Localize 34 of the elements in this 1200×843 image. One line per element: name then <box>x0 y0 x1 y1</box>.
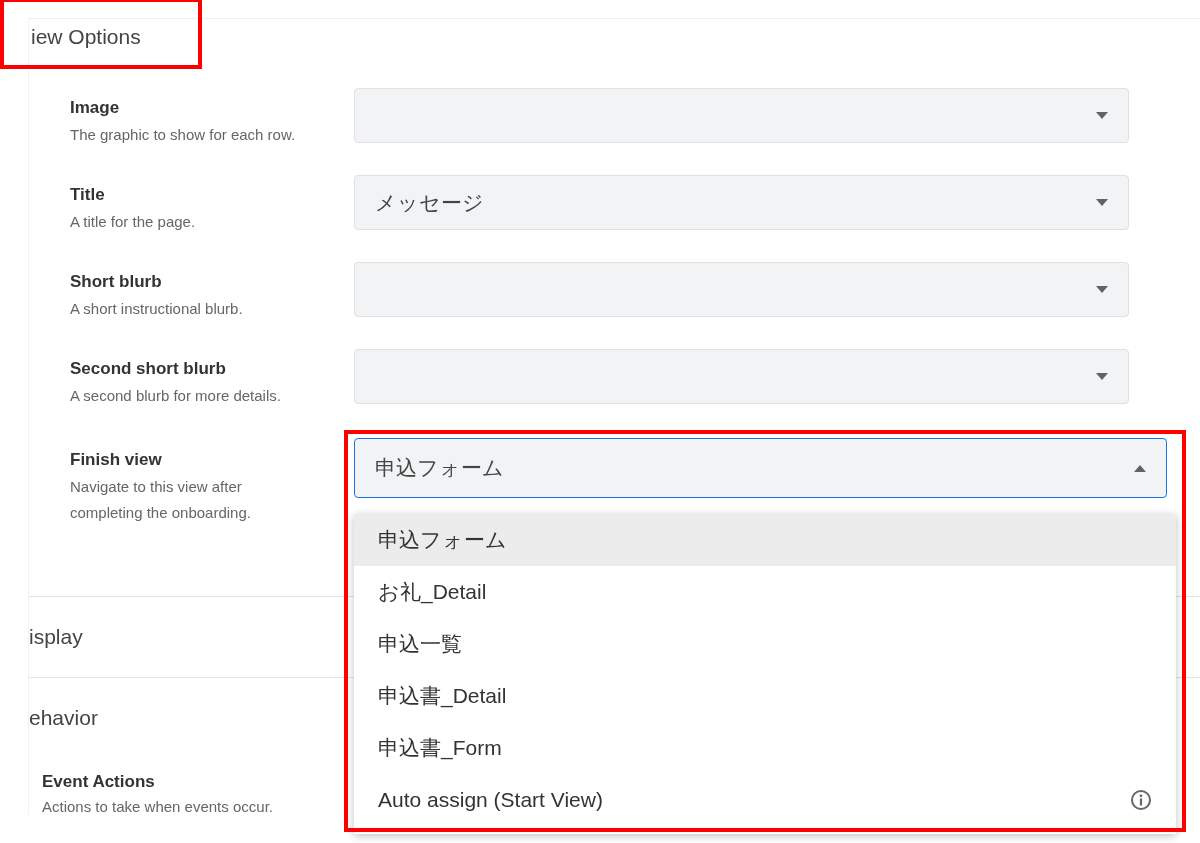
caret-icon <box>1096 112 1108 119</box>
dropdown-field[interactable] <box>354 262 1129 317</box>
dropdown-option[interactable]: Auto assign (Start View) <box>354 774 1176 826</box>
dropdown-option[interactable]: 申込書_Form <box>354 722 1176 774</box>
field-description: A title for the page. <box>70 212 197 232</box>
dropdown-value: 申込フォーム <box>375 455 504 481</box>
section-header[interactable]: ehavior <box>29 706 98 730</box>
info-icon[interactable] <box>1130 789 1152 811</box>
section-header[interactable]: isplay <box>29 625 83 649</box>
dropdown-option[interactable]: お礼_Detail <box>354 566 1176 618</box>
dropdown-option[interactable]: 申込書_Detail <box>354 670 1176 722</box>
section-title: iew Options <box>31 24 141 49</box>
dropdown-field[interactable] <box>354 88 1129 143</box>
dropdown-option[interactable]: 申込一覧 <box>354 618 1176 670</box>
field-description: Actions to take when events occur. <box>42 798 273 815</box>
field-description: A short instructional blurb. <box>70 299 244 319</box>
dropdown-option[interactable]: 申込フォーム <box>354 514 1176 566</box>
field-description: Navigate to this view after completing the onboarding. <box>70 477 252 523</box>
field-label: Second short blurb <box>70 359 227 380</box>
field-label: Event Actions <box>42 772 155 792</box>
caret-icon <box>1096 199 1108 206</box>
caret-icon <box>1134 464 1146 472</box>
dropdown-field[interactable] <box>354 349 1129 404</box>
field-label: Image <box>70 98 121 119</box>
dropdown-field[interactable]: メッセージ <box>354 175 1129 230</box>
field-label: Short blurb <box>70 272 163 293</box>
dropdown-field[interactable]: 申込フォーム <box>354 438 1167 498</box>
field-description: A second blurb for more details. <box>70 386 282 406</box>
caret-icon <box>1096 373 1108 380</box>
field-label: Finish view <box>70 450 163 471</box>
caret-icon <box>1096 286 1108 293</box>
field-description: The graphic to show for each row. <box>70 125 297 145</box>
field-label: Title <box>70 185 106 206</box>
dropdown-value: メッセージ <box>375 189 484 216</box>
